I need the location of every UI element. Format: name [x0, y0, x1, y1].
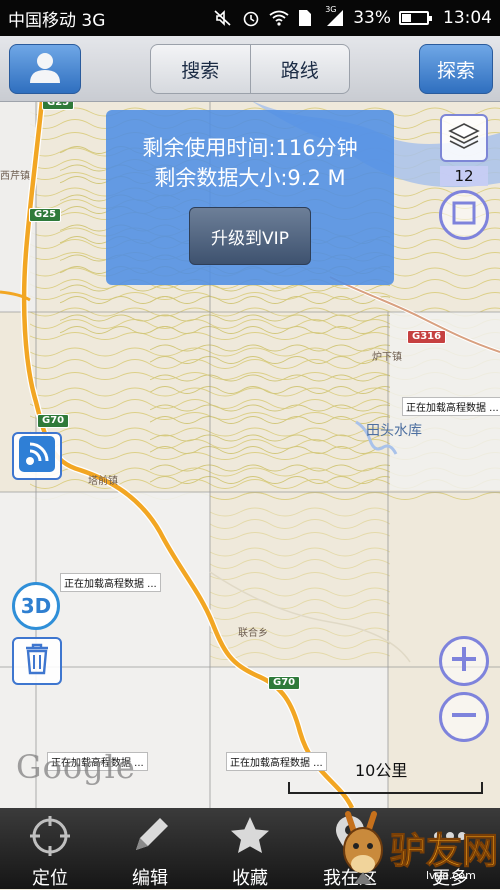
user-avatar-button[interactable]: [9, 44, 81, 94]
tab-locate[interactable]: 定位: [0, 808, 100, 889]
scale-label: 10公里: [355, 761, 408, 780]
scale-bar: [288, 782, 483, 794]
tab-edit[interactable]: 编辑: [100, 808, 200, 889]
lake-label: 田头水库: [366, 423, 422, 439]
road-shield-g316: G316: [407, 330, 447, 344]
plus-icon: [449, 644, 479, 678]
3d-toggle-button[interactable]: 3D: [12, 582, 60, 630]
watermark-text: 驴友网: [389, 830, 499, 873]
minus-icon: [449, 700, 479, 734]
google-attribution: Google: [16, 748, 136, 786]
data-remaining-text: 剩余数据大小:9.2 M: [154, 166, 346, 190]
road-shield-g70: G70: [37, 414, 70, 428]
wifi-icon: [269, 9, 289, 27]
road-shield-g25: G25: [29, 208, 62, 222]
search-button[interactable]: 搜索: [151, 45, 250, 93]
place-label: 炉下镇: [372, 352, 402, 363]
place-label: 塔前镇: [88, 476, 118, 487]
locate-signal-button[interactable]: [12, 432, 62, 480]
place-label: 联合乡: [238, 628, 268, 639]
quota-panel: 剩余使用时间:116分钟 剩余数据大小:9.2 M 升级到VIP: [106, 110, 394, 285]
tab-favorites[interactable]: 收藏: [200, 808, 300, 889]
road-shield-g25: G25: [42, 102, 75, 110]
mute-icon: [213, 9, 233, 27]
sim-icon: [297, 9, 317, 27]
pencil-icon: [128, 814, 172, 858]
trash-icon: [22, 642, 52, 680]
battery-percent: 33%: [353, 8, 391, 28]
zoom-out-button[interactable]: [439, 692, 489, 742]
route-button[interactable]: 路线: [249, 45, 350, 93]
explore-button[interactable]: 探索: [419, 44, 493, 94]
loading-notice: 正在加载高程数据 ...: [402, 397, 500, 416]
network-type: 3G: [325, 5, 337, 14]
donkey-logo-icon: [334, 810, 392, 889]
place-label: 西芹镇: [0, 171, 30, 182]
watermark-url: lvye.com: [426, 869, 476, 882]
loading-notice: 正在加载高程数据 ...: [60, 573, 161, 592]
loading-notice: 正在加载高程数据 ...: [226, 752, 327, 771]
road-shield-g70: G70: [268, 676, 301, 690]
signal-icon: 3G: [325, 5, 345, 27]
alarm-icon: [241, 9, 261, 27]
crosshair-icon: [28, 814, 72, 858]
carrier-name: 中国移动 3G: [8, 10, 106, 31]
satellite-signal-icon: [17, 434, 57, 478]
tab-label: 收藏: [232, 868, 268, 889]
site-watermark: 驴友网 lvye.com: [330, 808, 500, 889]
time-remaining-text: 剩余使用时间:116分钟: [142, 136, 358, 160]
star-icon: [228, 814, 272, 858]
tab-label: 定位: [32, 868, 68, 889]
clock: 13:04: [443, 8, 492, 28]
top-toolbar: 搜索 路线 探索: [0, 36, 500, 102]
zoom-in-button[interactable]: [439, 636, 489, 686]
layers-button[interactable]: [440, 114, 488, 162]
user-avatar-icon: [27, 49, 63, 89]
zoom-level-badge: 12: [440, 166, 488, 186]
trash-button[interactable]: [12, 637, 62, 685]
battery-icon: [399, 11, 432, 25]
tab-label: 编辑: [132, 868, 168, 889]
layers-icon: [447, 119, 481, 157]
status-bar: 中国移动 3G 3G 33% 13:04: [0, 0, 500, 36]
square-frame-icon: [451, 200, 477, 230]
search-route-segment: 搜索 路线: [150, 44, 350, 94]
upgrade-vip-button[interactable]: 升级到VIP: [189, 207, 311, 265]
frame-button[interactable]: [439, 190, 489, 240]
